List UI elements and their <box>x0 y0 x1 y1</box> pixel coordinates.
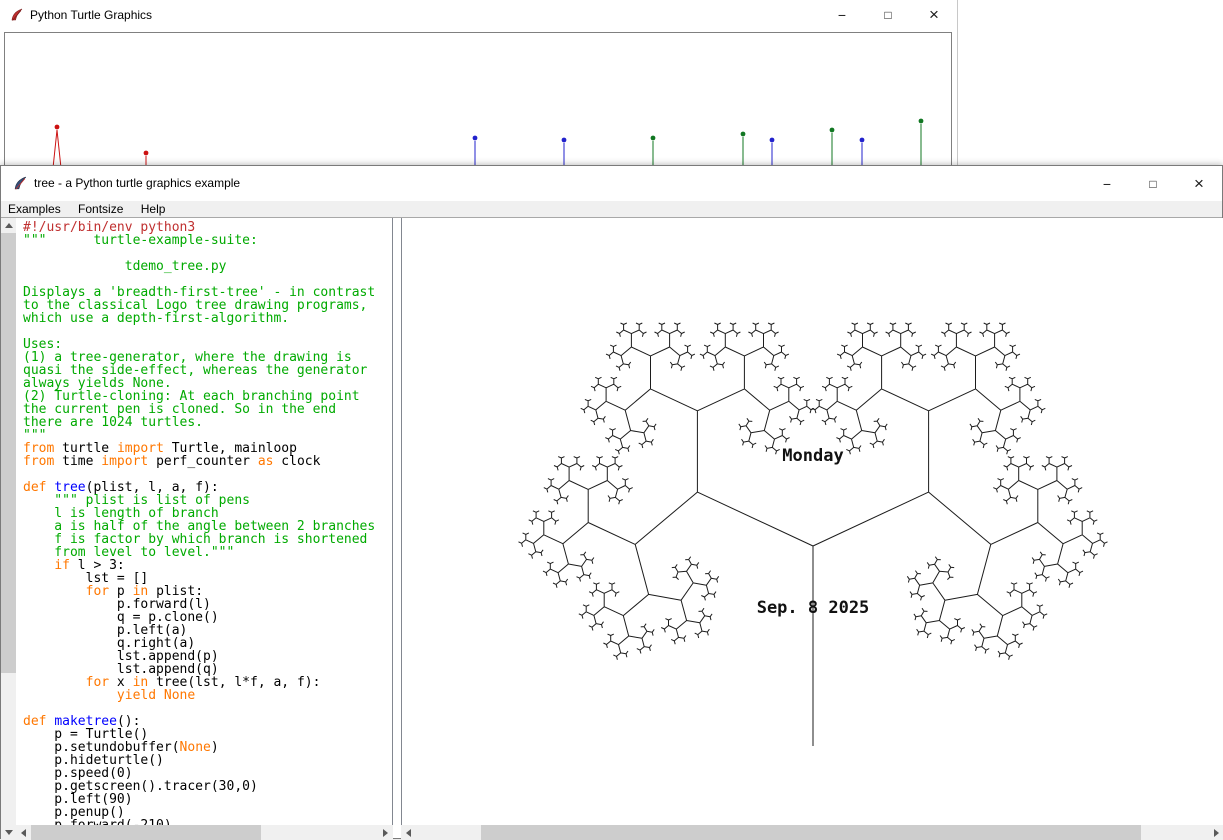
turtle-mark <box>770 138 775 168</box>
demo-maximize-button[interactable]: □ <box>1130 166 1176 201</box>
menubar: Examples Fontsize Help <box>1 201 1222 218</box>
turtle-mark <box>919 119 924 168</box>
demo-window-title: tree - a Python turtle graphics example <box>34 166 240 201</box>
scroll-left-arrow[interactable] <box>16 825 31 840</box>
code-vscroll-thumb[interactable] <box>1 233 16 673</box>
turtle-canvas: Monday Sep. 8 2025 <box>401 218 1223 825</box>
fractal-tree <box>519 323 1108 746</box>
code-line: yield None <box>23 689 392 702</box>
turtle-canvas-drawing: Monday Sep. 8 2025 <box>402 218 1223 825</box>
bg-minimize-button[interactable]: − <box>819 0 865 30</box>
turtle-mark <box>473 136 478 168</box>
code-line <box>23 325 392 338</box>
scroll-down-arrow[interactable] <box>1 825 16 840</box>
menu-fontsize[interactable]: Fontsize <box>71 201 130 217</box>
code-line: from time import perf_counter as clock <box>23 455 392 468</box>
tk-feather-icon <box>13 176 28 191</box>
bg-close-button[interactable]: × <box>911 0 957 30</box>
turtle-mark <box>651 136 656 168</box>
turtle-mark <box>830 128 835 168</box>
code-line: tdemo_tree.py <box>23 260 392 273</box>
code-vscrollbar[interactable] <box>1 218 16 840</box>
scroll-right-arrow[interactable] <box>1209 825 1223 840</box>
background-window-titlebar[interactable]: Python Turtle Graphics − □ × <box>0 0 957 30</box>
code-view[interactable]: #!/usr/bin/env python3""" turtle-example… <box>16 218 393 825</box>
canvas-hscroll-thumb[interactable] <box>481 825 1141 840</box>
turtle-mark <box>860 138 865 168</box>
code-hscroll-thumb[interactable] <box>31 825 261 840</box>
code-line: there are 1024 turtles. <box>23 416 392 429</box>
demo-minimize-button[interactable]: − <box>1084 166 1130 201</box>
canvas-text-label: Monday <box>782 446 843 466</box>
demo-window-titlebar[interactable]: tree - a Python turtle graphics example … <box>1 166 1222 201</box>
canvas-hscrollbar[interactable] <box>401 825 1223 840</box>
turtle-mark <box>53 125 61 168</box>
bg-maximize-button[interactable]: □ <box>865 0 911 30</box>
tree-demo-window: tree - a Python turtle graphics example … <box>0 165 1223 839</box>
canvas-text-label: Sep. 8 2025 <box>757 598 870 618</box>
menu-help[interactable]: Help <box>134 201 173 217</box>
scroll-right-arrow[interactable] <box>378 825 393 840</box>
scroll-left-arrow[interactable] <box>401 825 416 840</box>
demo-close-button[interactable]: × <box>1176 166 1222 201</box>
menu-examples[interactable]: Examples <box>1 201 68 217</box>
code-line: which use a depth-first-algorithm. <box>23 312 392 325</box>
background-window-title: Python Turtle Graphics <box>30 0 152 30</box>
code-hscrollbar[interactable] <box>16 825 393 840</box>
turtle-mark <box>562 138 567 168</box>
turtle-mark <box>741 132 746 168</box>
code-line: """ turtle-example-suite: <box>23 234 392 247</box>
scroll-up-arrow[interactable] <box>1 218 16 233</box>
tk-feather-icon <box>10 8 24 22</box>
